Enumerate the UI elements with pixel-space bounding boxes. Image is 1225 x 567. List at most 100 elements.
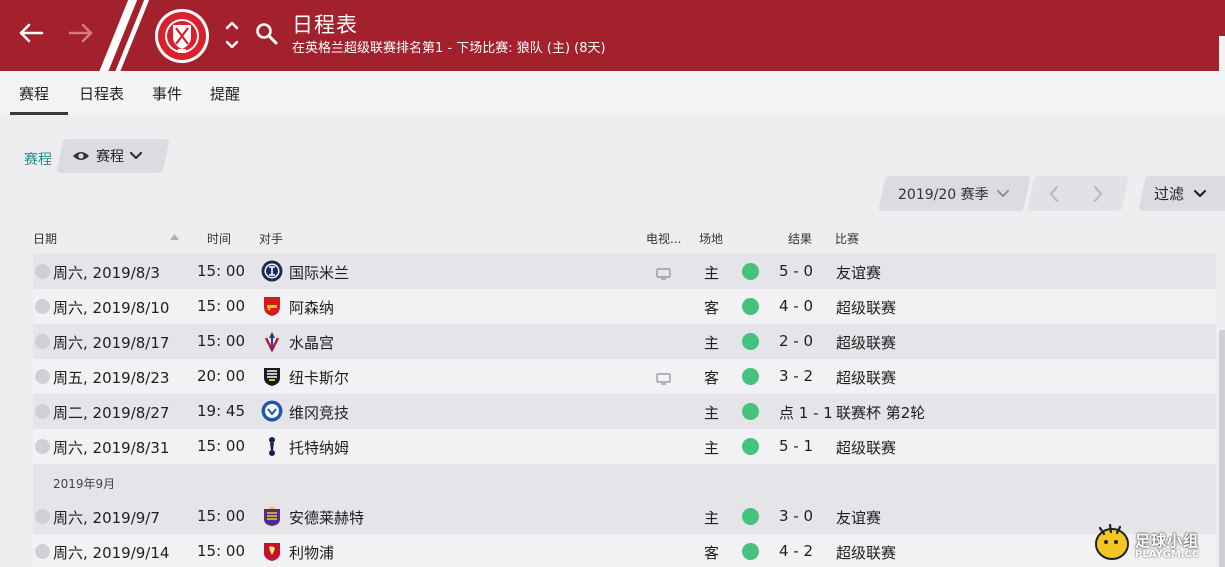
breadcrumb[interactable]: 赛程 bbox=[24, 149, 52, 169]
view-selector-label: 赛程 bbox=[96, 149, 124, 165]
filter-label: 过滤 bbox=[1154, 185, 1185, 203]
chevron-down-icon bbox=[130, 152, 142, 160]
table-row[interactable]: 周五, 2019/8/23 20: 00 纽卡斯尔 客 3 - 2 超级联赛 bbox=[33, 359, 1216, 394]
fixture-venue: 客 bbox=[704, 544, 720, 562]
forward-button[interactable] bbox=[66, 18, 96, 48]
table-row[interactable]: 周六, 2019/8/17 15: 00 水晶宫 主 2 - 0 超级联赛 bbox=[33, 324, 1216, 359]
result-status-icon bbox=[742, 368, 759, 385]
fixture-competition[interactable]: 超级联赛 bbox=[836, 297, 896, 318]
table-row[interactable]: 周六, 2019/9/14 15: 00 利物浦 客 4 - 2 超级联赛 bbox=[33, 534, 1216, 567]
fixture-result[interactable]: 3 - 2 bbox=[779, 367, 813, 385]
fixture-competition[interactable]: 友谊赛 bbox=[836, 262, 881, 283]
fixture-competition[interactable]: 友谊赛 bbox=[836, 507, 881, 528]
back-button[interactable] bbox=[16, 18, 46, 48]
fixture-competition[interactable]: 超级联赛 bbox=[836, 332, 896, 353]
fixture-date: 周二, 2019/8/27 bbox=[53, 404, 170, 422]
newcastle-crest-icon bbox=[261, 365, 283, 387]
fixture-venue: 客 bbox=[704, 369, 720, 387]
fixture-result[interactable]: 点 1 - 1 bbox=[779, 402, 833, 423]
season-label: 2019/20 赛季 bbox=[898, 187, 989, 203]
fixture-venue: 客 bbox=[704, 299, 720, 317]
fixture-venue: 主 bbox=[704, 509, 720, 527]
fixture-result[interactable]: 3 - 0 bbox=[779, 507, 813, 525]
check-icon bbox=[35, 299, 50, 314]
fixture-time: 15: 00 bbox=[197, 437, 245, 455]
fixture-time: 15: 00 bbox=[197, 542, 245, 560]
inter-crest-icon bbox=[261, 260, 283, 282]
fixture-opponent[interactable]: 国际米兰 bbox=[289, 262, 349, 283]
chevron-down-icon bbox=[996, 190, 1009, 197]
eye-icon bbox=[73, 152, 89, 160]
tab-schedule[interactable]: 日程表 bbox=[79, 83, 124, 104]
fixture-result[interactable]: 5 - 1 bbox=[779, 437, 813, 455]
result-status-icon bbox=[742, 508, 759, 525]
table-row[interactable]: 周六, 2019/8/3 15: 00 国际米兰 主 5 - 0 友谊赛 bbox=[33, 254, 1216, 289]
fixture-opponent[interactable]: 利物浦 bbox=[289, 542, 334, 563]
fixture-date: 周六, 2019/9/7 bbox=[53, 509, 160, 527]
page-subtitle: 在英格兰超级联赛排名第1 - 下场比赛: 狼队 (主) (8天) bbox=[292, 41, 606, 56]
check-icon bbox=[35, 509, 50, 524]
column-header-competition[interactable]: 比赛 bbox=[835, 230, 859, 247]
column-header-opponent[interactable]: 对手 bbox=[259, 230, 283, 247]
view-selector[interactable]: 赛程 bbox=[72, 146, 142, 166]
table-header: 日期 时间 对手 电视... 场地 结果 比赛 bbox=[33, 228, 1216, 248]
season-selector[interactable]: 2019/20 赛季 bbox=[898, 184, 1009, 204]
column-header-tv[interactable]: 电视... bbox=[646, 230, 681, 247]
club-crest-icon bbox=[158, 12, 206, 60]
fixture-opponent[interactable]: 水晶宫 bbox=[289, 332, 334, 353]
fixture-competition[interactable]: 联赛杯 第2轮 bbox=[836, 402, 925, 423]
active-tab-indicator bbox=[10, 112, 68, 115]
tv-icon bbox=[656, 371, 671, 385]
page-title: 日程表 bbox=[292, 13, 358, 37]
fixture-competition[interactable]: 超级联赛 bbox=[836, 367, 896, 388]
tab-fixtures[interactable]: 赛程 bbox=[19, 83, 49, 104]
check-icon bbox=[35, 369, 50, 384]
previous-season-button[interactable] bbox=[1046, 184, 1062, 204]
fixture-venue: 主 bbox=[704, 264, 720, 282]
table-row[interactable]: 周六, 2019/8/31 15: 00 托特纳姆 主 5 - 1 超级联赛 bbox=[33, 429, 1216, 464]
title-bar: 日程表 在英格兰超级联赛排名第1 - 下场比赛: 狼队 (主) (8天) bbox=[0, 0, 1225, 71]
fixture-date: 周六, 2019/8/10 bbox=[53, 299, 170, 317]
column-header-venue[interactable]: 场地 bbox=[699, 230, 723, 247]
fixture-date: 周五, 2019/8/23 bbox=[53, 369, 170, 387]
tab-events[interactable]: 事件 bbox=[152, 83, 182, 104]
column-header-time[interactable]: 时间 bbox=[207, 230, 231, 247]
result-status-icon bbox=[742, 263, 759, 280]
spurs-crest-icon bbox=[261, 435, 283, 457]
fixture-opponent[interactable]: 维冈竞技 bbox=[289, 402, 349, 423]
fixture-date: 周六, 2019/8/17 bbox=[53, 334, 170, 352]
tab-reminders[interactable]: 提醒 bbox=[210, 83, 240, 104]
fixture-date: 周六, 2019/9/14 bbox=[53, 544, 170, 562]
result-status-icon bbox=[742, 543, 759, 560]
fixture-result[interactable]: 4 - 2 bbox=[779, 542, 813, 560]
tv-icon bbox=[656, 266, 671, 280]
fixture-result[interactable]: 5 - 0 bbox=[779, 262, 813, 280]
next-season-button[interactable] bbox=[1090, 184, 1106, 204]
club-switcher[interactable] bbox=[224, 18, 240, 54]
club-crest[interactable] bbox=[155, 9, 209, 63]
fixture-opponent[interactable]: 安德莱赫特 bbox=[289, 507, 364, 528]
fixture-time: 15: 00 bbox=[197, 507, 245, 525]
column-header-date[interactable]: 日期 bbox=[33, 230, 57, 247]
arrow-right-icon bbox=[68, 23, 93, 43]
fixture-opponent[interactable]: 纽卡斯尔 bbox=[289, 367, 349, 388]
header-edge bbox=[1219, 36, 1225, 71]
chevron-right-icon bbox=[1094, 186, 1102, 202]
column-header-result[interactable]: 结果 bbox=[788, 230, 812, 247]
chevron-down-icon bbox=[1194, 189, 1207, 197]
search-button[interactable] bbox=[255, 21, 279, 47]
fixture-competition[interactable]: 超级联赛 bbox=[836, 542, 896, 563]
table-row[interactable]: 周六, 2019/9/7 15: 00 安德莱赫特 主 3 - 0 友谊赛 bbox=[33, 499, 1216, 534]
filter-button[interactable]: 过滤 bbox=[1154, 183, 1207, 204]
fixture-time: 15: 00 bbox=[197, 297, 245, 315]
fixture-result[interactable]: 4 - 0 bbox=[779, 297, 813, 315]
fixture-opponent[interactable]: 托特纳姆 bbox=[289, 437, 349, 458]
fixture-opponent[interactable]: 阿森纳 bbox=[289, 297, 334, 318]
table-row[interactable]: 周六, 2019/8/10 15: 00 阿森纳 客 4 - 0 超级联赛 bbox=[33, 289, 1216, 324]
fixture-venue: 主 bbox=[704, 334, 720, 352]
sort-ascending-icon bbox=[170, 234, 179, 240]
fixture-venue: 主 bbox=[704, 439, 720, 457]
fixture-competition[interactable]: 超级联赛 bbox=[836, 437, 896, 458]
fixture-result[interactable]: 2 - 0 bbox=[779, 332, 813, 350]
table-row[interactable]: 周二, 2019/8/27 19: 45 维冈竞技 主 点 1 - 1 联赛杯 第2轮 bbox=[33, 394, 1216, 429]
